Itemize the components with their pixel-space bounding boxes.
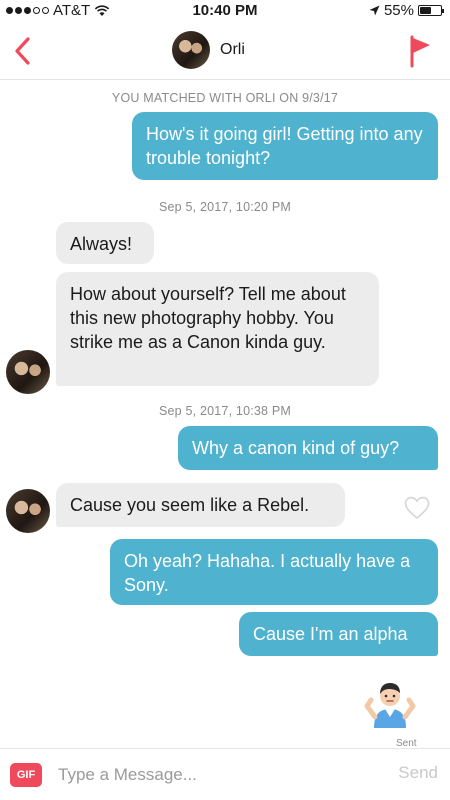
location-arrow-icon: [369, 5, 380, 16]
like-heart-icon[interactable]: [403, 495, 431, 521]
match-avatar[interactable]: [172, 31, 210, 69]
status-right: 55%: [369, 2, 444, 19]
status-bar: AT&T 10:40 PM 55%: [0, 0, 450, 22]
message-outgoing[interactable]: Why a canon kind of guy?: [178, 426, 438, 470]
back-chevron-icon[interactable]: [8, 34, 38, 68]
message-outgoing[interactable]: Cause I'm an alpha: [239, 612, 438, 656]
message-timestamp: Sep 5, 2017, 10:20 PM: [158, 200, 292, 214]
message-incoming[interactable]: How about yourself? Tell me about this n…: [56, 272, 379, 386]
shrug-emoji-icon: [364, 683, 416, 728]
message-outgoing[interactable]: Oh yeah? Hahaha. I actually have a Sony.: [110, 539, 438, 605]
report-flag-icon[interactable]: [408, 34, 434, 68]
conversation-header: Orli: [0, 22, 450, 80]
gif-button[interactable]: GIF: [10, 763, 42, 787]
sender-avatar[interactable]: [6, 350, 50, 394]
battery-percent: 55%: [383, 2, 414, 19]
match-note: YOU MATCHED WITH ORLI ON 9/3/17: [111, 91, 339, 105]
match-name[interactable]: Orli: [220, 41, 245, 59]
message-incoming[interactable]: Always!: [56, 222, 154, 264]
message-input[interactable]: [58, 759, 378, 791]
message-outgoing[interactable]: How's it going girl! Getting into any tr…: [132, 112, 438, 180]
battery-fill: [420, 7, 431, 14]
message-composer: GIF Send: [0, 748, 450, 800]
sender-avatar[interactable]: [6, 489, 50, 533]
message-incoming[interactable]: Cause you seem like a Rebel.: [56, 483, 345, 527]
message-timestamp: Sep 5, 2017, 10:38 PM: [158, 404, 292, 418]
battery-icon: [418, 5, 444, 16]
send-button[interactable]: Send: [398, 763, 438, 783]
match-profile-link[interactable]: Orli: [172, 31, 245, 69]
